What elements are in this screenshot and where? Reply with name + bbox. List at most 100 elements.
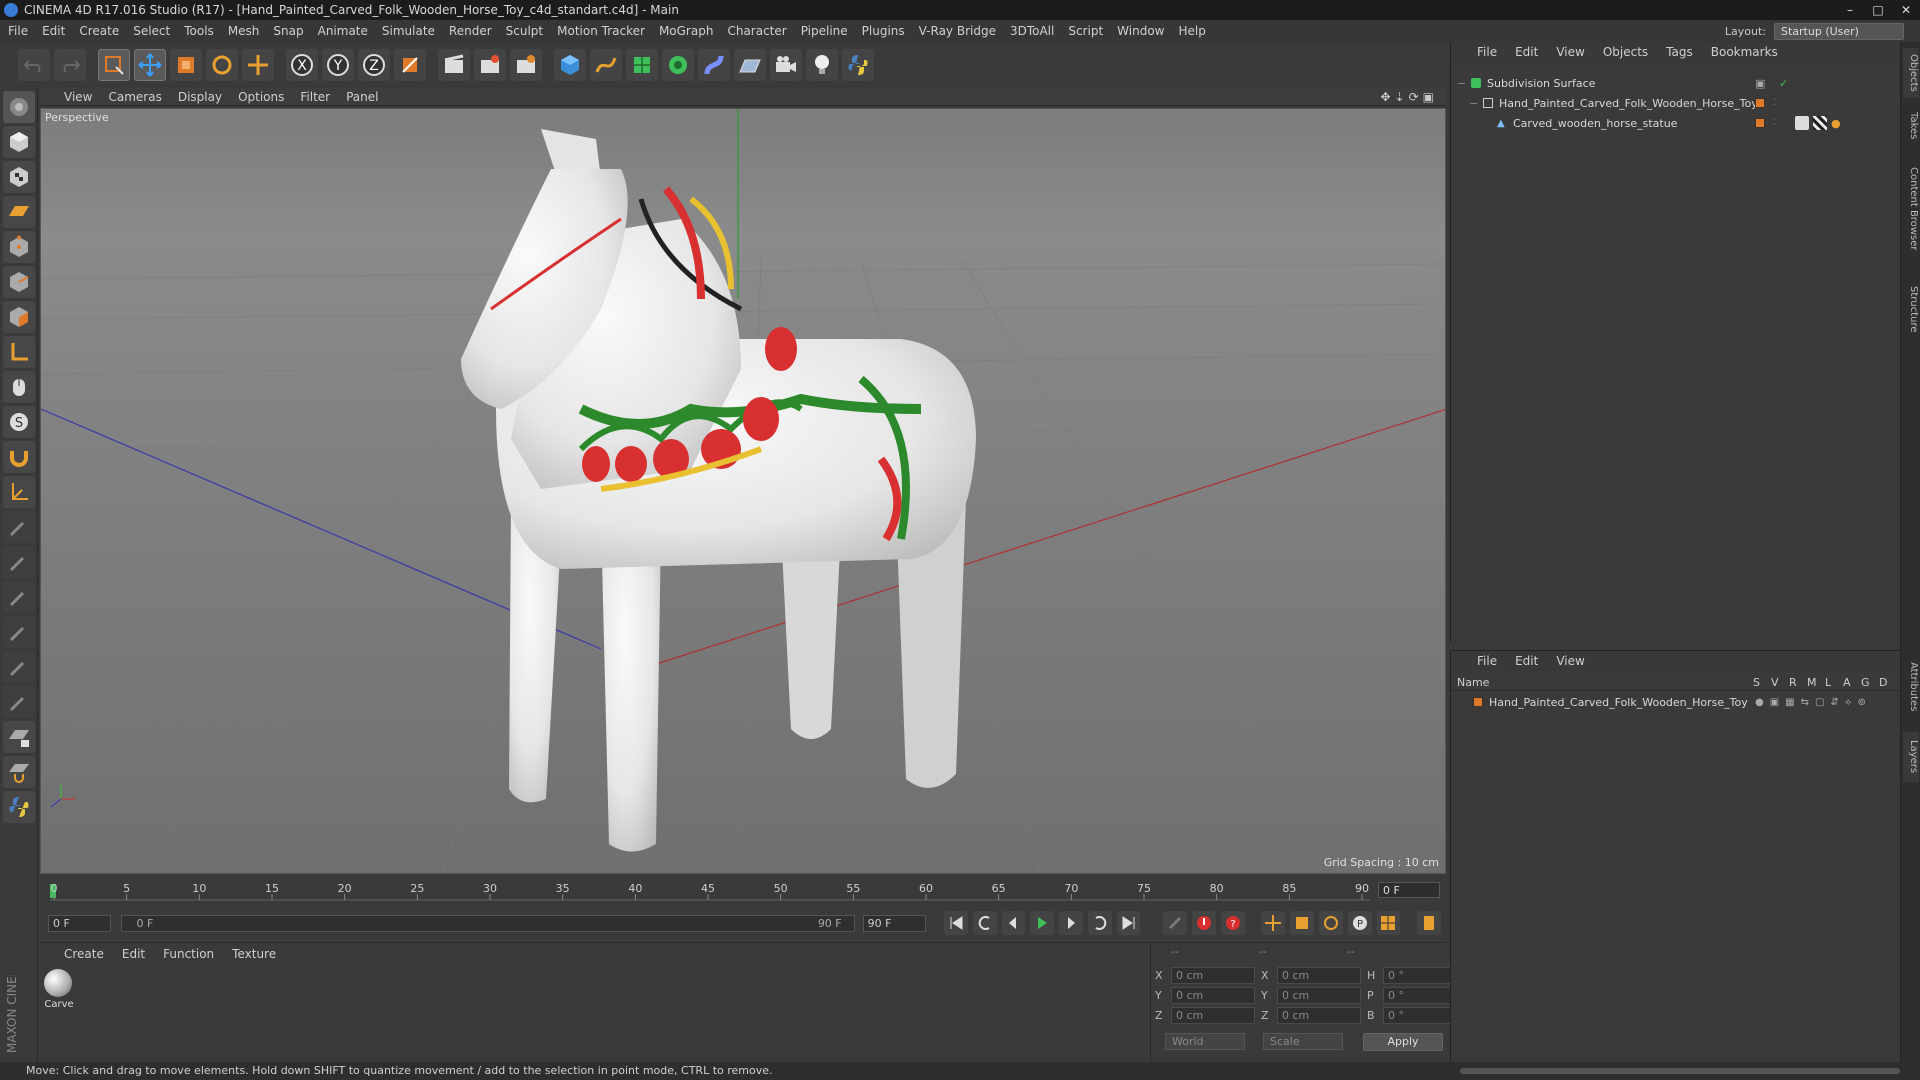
position-z-field[interactable]: 0 cm (1171, 1007, 1255, 1024)
menu-animate[interactable]: Animate (318, 24, 368, 38)
col-render[interactable]: R (1789, 676, 1807, 689)
tab-takes[interactable]: Takes (1903, 106, 1919, 146)
object-row-horse-statue[interactable]: ▲ Carved_wooden_horse_statue ⁚ ● (1451, 114, 1901, 132)
timeline-layout-button[interactable] (1417, 911, 1442, 935)
x-axis-button[interactable]: X (286, 49, 318, 81)
layers-menu-view[interactable]: View (1556, 654, 1584, 668)
layer-color-icon[interactable] (1755, 118, 1765, 128)
tab-layers[interactable]: Layers (1903, 732, 1919, 782)
render-view-button[interactable] (438, 49, 470, 81)
menu-window[interactable]: Window (1117, 24, 1164, 38)
add-light-button[interactable] (806, 49, 838, 81)
objects-menu-edit[interactable]: Edit (1515, 45, 1538, 59)
viewport-menu-options[interactable]: Options (238, 90, 284, 104)
menu-select[interactable]: Select (133, 24, 170, 38)
menu-mograph[interactable]: MoGraph (659, 24, 714, 38)
layout-select[interactable]: Startup (User) (1774, 22, 1904, 40)
end-frame-field[interactable]: 90 F (862, 914, 927, 932)
add-deformer-button[interactable] (698, 49, 730, 81)
col-visible[interactable]: V (1771, 676, 1789, 689)
edit-check-icon[interactable]: ▣ (1755, 77, 1765, 90)
objects-menu-objects[interactable]: Objects (1603, 45, 1648, 59)
visibility-dots-icon[interactable]: ⁚ (1773, 98, 1776, 108)
phong-tag-icon[interactable] (1795, 116, 1809, 130)
material-menu-texture[interactable]: Texture (232, 947, 276, 961)
layer-color-icon[interactable] (1755, 98, 1765, 108)
brush-tool-4[interactable] (3, 616, 35, 648)
points-mode-button[interactable] (3, 231, 35, 263)
key-pla-button[interactable] (1376, 911, 1401, 935)
object-row-subdivision[interactable]: − Subdivision Surface ▣ ✓ (1451, 74, 1901, 92)
timeline-ruler[interactable]: 0 5 10 15 20 25 30 35 40 45 50 55 60 65 70 75 80 85 90 0 F (40, 878, 1446, 904)
col-generators[interactable]: G (1861, 676, 1879, 689)
viewport-menu-view[interactable]: View (64, 90, 92, 104)
material-menu-function[interactable]: Function (163, 947, 214, 961)
brush-tool-5[interactable] (3, 651, 35, 683)
current-frame-field[interactable]: 0 F (1378, 882, 1440, 898)
record-button[interactable] (1192, 911, 1216, 935)
col-animation[interactable]: A (1843, 676, 1861, 689)
menu-character[interactable]: Character (727, 24, 786, 38)
coordinate-mode-dropdown[interactable]: World (1165, 1033, 1245, 1050)
col-solo[interactable]: S (1753, 676, 1771, 689)
objects-menu-file[interactable]: File (1477, 45, 1497, 59)
undo-button[interactable] (18, 49, 50, 81)
viewport-menu-panel[interactable]: Panel (346, 90, 378, 104)
key-position-button[interactable] (1261, 911, 1286, 935)
transform-button[interactable] (242, 49, 274, 81)
menu-sculpt[interactable]: Sculpt (506, 24, 543, 38)
objects-menu-view[interactable]: View (1556, 45, 1584, 59)
size-y-field[interactable]: 0 cm (1277, 987, 1361, 1004)
texture-mode-button[interactable] (3, 161, 35, 193)
render-settings-button[interactable] (510, 49, 542, 81)
render-picture-viewer-button[interactable] (474, 49, 506, 81)
menu-create[interactable]: Create (79, 24, 119, 38)
minimize-icon[interactable]: – (1836, 0, 1864, 20)
start-frame-field[interactable]: 0 F (48, 914, 112, 932)
redo-button[interactable] (54, 49, 86, 81)
menu-plugins[interactable]: Plugins (862, 24, 905, 38)
grid-snap-button[interactable] (3, 756, 35, 788)
snap-button[interactable]: S (3, 406, 35, 438)
col-manager[interactable]: M (1807, 676, 1825, 689)
viewport-menu-display[interactable]: Display (178, 90, 222, 104)
edges-mode-button[interactable] (3, 266, 35, 298)
go-to-next-key-button[interactable] (1087, 911, 1112, 935)
transform-mode-dropdown[interactable]: Scale (1263, 1033, 1343, 1050)
add-mograph-button[interactable] (662, 49, 694, 81)
object-row-horse-toy[interactable]: − Hand_Painted_Carved_Folk_Wooden_Horse_… (1451, 94, 1901, 112)
material-menu-create[interactable]: Create (64, 947, 104, 961)
scale-button[interactable] (170, 49, 202, 81)
menu-help[interactable]: Help (1178, 24, 1205, 38)
go-to-end-button[interactable] (1116, 911, 1141, 935)
3d-viewport[interactable]: Perspective Grid Spacing : 10 cm (40, 108, 1446, 874)
coordinate-system-button[interactable] (394, 49, 426, 81)
menu-pipeline[interactable]: Pipeline (801, 24, 848, 38)
material-swatch[interactable]: Carve (44, 969, 74, 1010)
enabled-check-icon[interactable]: ✓ (1779, 77, 1788, 90)
model-mode-button[interactable] (3, 126, 35, 158)
python-script-button[interactable] (3, 791, 35, 823)
key-parameter-button[interactable]: P (1347, 911, 1372, 935)
collapse-icon[interactable]: − (1457, 77, 1466, 90)
menu-render[interactable]: Render (449, 24, 492, 38)
layer-toggle-icons[interactable]: ●▣▦⇆▢⇵⟡⊚ (1755, 697, 1872, 708)
key-rotation-button[interactable] (1319, 911, 1343, 935)
move-button[interactable] (134, 49, 166, 81)
y-axis-button[interactable]: Y (322, 49, 354, 81)
position-x-field[interactable]: 0 cm (1171, 967, 1255, 984)
menu-vray-bridge[interactable]: V-Ray Bridge (919, 24, 996, 38)
layers-menu-file[interactable]: File (1477, 654, 1497, 668)
layer-color-icon[interactable] (1473, 697, 1483, 707)
add-cube-button[interactable] (554, 49, 586, 81)
polygons-mode-button[interactable] (3, 301, 35, 333)
menu-snap[interactable]: Snap (273, 24, 303, 38)
brush-tool-6[interactable] (3, 686, 35, 718)
position-y-field[interactable]: 0 cm (1171, 987, 1255, 1004)
add-floor-button[interactable] (734, 49, 766, 81)
add-spline-button[interactable] (590, 49, 622, 81)
apply-button[interactable]: Apply (1363, 1033, 1443, 1051)
scrollbar-thumb[interactable] (1460, 1068, 1900, 1074)
go-to-start-button[interactable] (943, 911, 968, 935)
frame-range-slider[interactable]: 0 F 90 F (121, 914, 855, 932)
